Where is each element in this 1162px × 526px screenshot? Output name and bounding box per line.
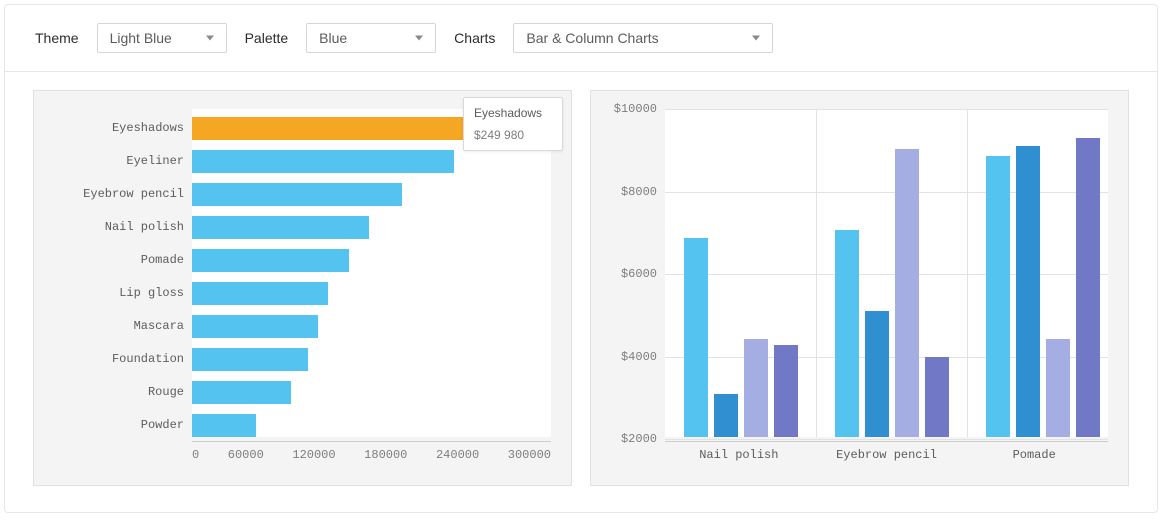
y-tick: $4000 <box>601 350 657 364</box>
column-bar[interactable] <box>986 156 1010 437</box>
column-bar[interactable] <box>744 339 768 437</box>
theme-select[interactable]: Light Blue <box>97 23 227 53</box>
column-bar[interactable] <box>774 345 798 437</box>
bar-chart: Eyeshadows Eyeliner Eyebrow pencil Nail pol… <box>33 90 572 486</box>
bar[interactable] <box>192 315 318 338</box>
theme-label: Theme <box>35 30 79 46</box>
bar[interactable] <box>192 249 349 272</box>
bar-label: Eyebrow pencil <box>42 187 192 201</box>
theme-select-value: Light Blue <box>110 30 172 46</box>
column-bar[interactable] <box>835 230 859 437</box>
bar[interactable] <box>192 216 369 239</box>
x-tick: 60000 <box>228 448 264 462</box>
column-bar[interactable] <box>865 311 889 438</box>
column-bar[interactable] <box>684 238 708 437</box>
bar[interactable] <box>192 183 402 206</box>
palette-label: Palette <box>245 30 289 46</box>
column-bar[interactable] <box>1076 138 1100 437</box>
bar[interactable] <box>192 348 308 371</box>
bar-label: Rouge <box>42 385 192 399</box>
column-bar[interactable] <box>1016 146 1040 437</box>
bar-label: Pomade <box>42 253 192 267</box>
bar[interactable] <box>192 117 499 140</box>
chart-tooltip: Eyeshadows $249 980 <box>463 97 563 151</box>
palette-select[interactable]: Blue <box>306 23 436 53</box>
y-tick: $8000 <box>601 185 657 199</box>
bar[interactable] <box>192 150 454 173</box>
column-chart: $2000$4000$6000$8000$10000 Nail polishEy… <box>590 90 1129 486</box>
column-bar[interactable] <box>895 149 919 437</box>
bar-label: Eyeshadows <box>42 121 192 135</box>
bar-label: Nail polish <box>42 220 192 234</box>
bar[interactable] <box>192 414 256 437</box>
column-x-tick: Eyebrow pencil <box>813 448 961 462</box>
column-chart-plot: $2000$4000$6000$8000$10000 <box>665 109 1108 437</box>
y-tick: $6000 <box>601 267 657 281</box>
x-tick: 300000 <box>508 448 551 462</box>
tooltip-value: $249 980 <box>474 128 552 142</box>
bar-chart-x-axis: 0 60000 120000 180000 240000 300000 <box>192 441 551 462</box>
charts-label: Charts <box>454 30 495 46</box>
x-tick: 0 <box>192 448 199 462</box>
column-bar[interactable] <box>925 357 949 437</box>
column-x-tick: Nail polish <box>665 448 813 462</box>
y-tick: $2000 <box>601 432 657 446</box>
charts-select[interactable]: Bar & Column Charts <box>513 23 773 53</box>
column-bar[interactable] <box>714 394 738 437</box>
bar-label: Mascara <box>42 319 192 333</box>
bar-label: Eyeliner <box>42 154 192 168</box>
charts-select-value: Bar & Column Charts <box>526 30 658 46</box>
column-x-tick: Pomade <box>960 448 1108 462</box>
controls-bar: Theme Light Blue Palette Blue Charts Bar… <box>5 5 1157 72</box>
x-tick: 240000 <box>436 448 479 462</box>
column-chart-x-axis: Nail polishEyebrow pencilPomade <box>665 441 1108 462</box>
palette-select-value: Blue <box>319 30 347 46</box>
bar-label: Lip gloss <box>42 286 192 300</box>
bar-label: Foundation <box>42 352 192 366</box>
bar-label: Powder <box>42 418 192 432</box>
y-tick: $10000 <box>601 102 657 116</box>
bar[interactable] <box>192 282 328 305</box>
x-tick: 180000 <box>364 448 407 462</box>
bar[interactable] <box>192 381 291 404</box>
column-bar[interactable] <box>1046 339 1070 437</box>
x-tick: 120000 <box>292 448 335 462</box>
tooltip-title: Eyeshadows <box>474 106 552 120</box>
bar-chart-plot: EyeshadowsEyelinerEyebrow pencilNail pol… <box>192 109 551 437</box>
